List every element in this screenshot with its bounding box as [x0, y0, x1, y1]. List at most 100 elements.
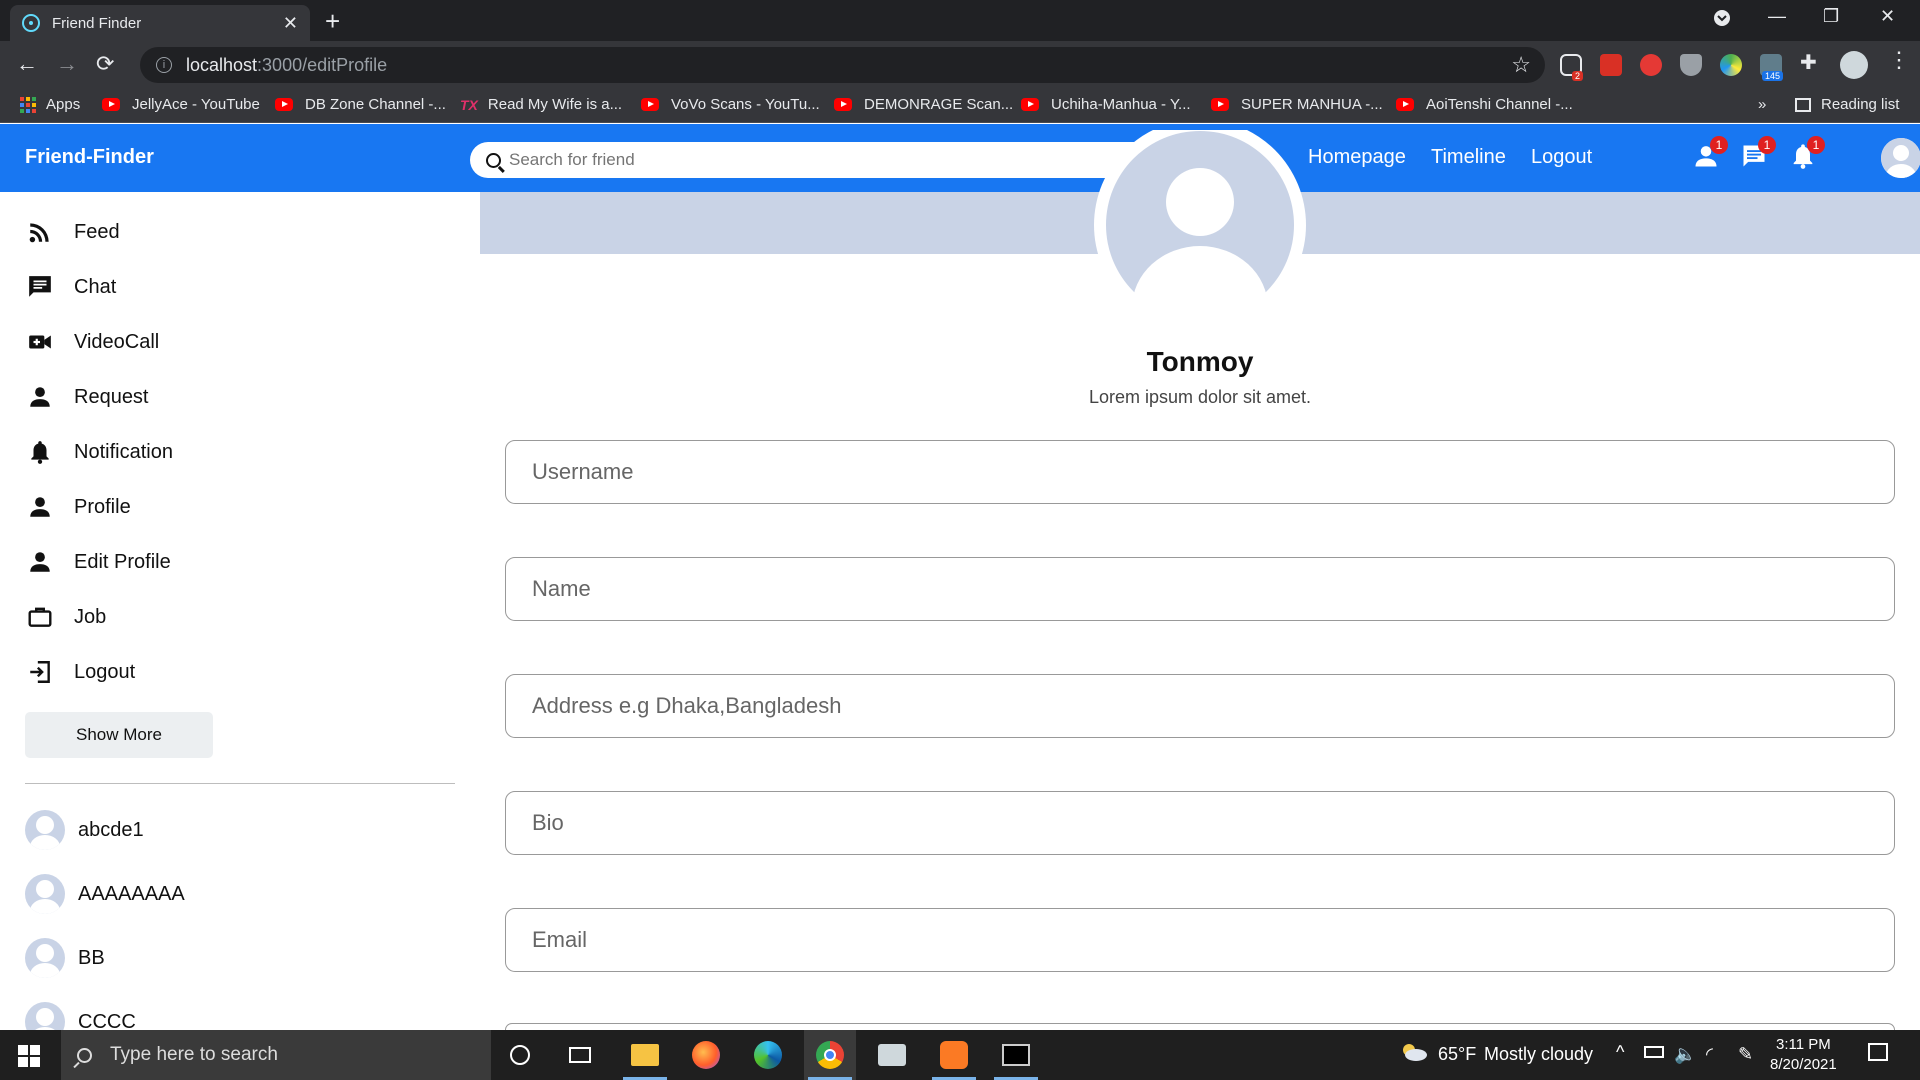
notification-center-icon[interactable]	[1868, 1043, 1888, 1061]
bookmark-label: Read My Wife is a...	[487, 96, 623, 113]
file-explorer-icon[interactable]	[619, 1030, 671, 1080]
reload-icon[interactable]: ⟳	[96, 51, 114, 77]
search-icon	[77, 1047, 92, 1063]
bookmark-star-icon[interactable]: ☆	[1511, 52, 1531, 78]
bookmark-item[interactable]: DEMONRAGE Scan...	[834, 96, 1013, 113]
more-bookmarks[interactable]: »	[1758, 96, 1766, 113]
bookmark-item[interactable]: SUPER MANHUA -...	[1211, 96, 1383, 113]
shield-icon[interactable]	[1680, 54, 1702, 76]
cloud-icon[interactable]	[1400, 1042, 1428, 1067]
pen-icon[interactable]: ✎	[1738, 1044, 1753, 1065]
edge-icon[interactable]	[742, 1030, 794, 1080]
bookmark-label: Apps	[46, 96, 81, 113]
bookmark-item[interactable]: DB Zone Channel -...	[275, 96, 446, 113]
notifications-button[interactable]: 1	[1789, 136, 1825, 172]
chat-icon	[25, 272, 55, 302]
sidebar-item-chat[interactable]: Chat	[25, 272, 116, 302]
tx-icon: TX	[460, 96, 478, 113]
friend-list-item[interactable]: CCCC	[25, 1002, 136, 1030]
sidebar-item-label: Feed	[74, 220, 120, 243]
user-avatar[interactable]	[1881, 138, 1920, 178]
xampp-icon[interactable]	[928, 1030, 980, 1080]
firefox-icon[interactable]	[680, 1030, 732, 1080]
messages-badge: 1	[1758, 136, 1776, 154]
bookmark-item[interactable]: JellyAce - YouTube	[102, 96, 260, 113]
sidebar-item-videocall[interactable]: VideoCall	[25, 327, 159, 357]
restore-icon[interactable]: ❐	[1823, 6, 1839, 27]
sidebar-item-label: Profile	[74, 495, 131, 518]
clock-date: 8/20/2021	[1770, 1056, 1837, 1073]
sidebar-item-label: Request	[74, 385, 149, 408]
sidebar-item-feed[interactable]: Feed	[25, 217, 120, 247]
minimize-icon[interactable]: —	[1768, 6, 1786, 27]
sidebar-item-request[interactable]: Request	[25, 382, 149, 412]
address-bar[interactable]: i localhost:3000/editProfile ☆	[140, 47, 1545, 83]
back-icon[interactable]: ←	[16, 51, 38, 77]
volume-icon[interactable]: 🔈	[1674, 1044, 1696, 1065]
cortana-icon[interactable]	[494, 1030, 546, 1080]
nav-logout[interactable]: Logout	[1531, 146, 1592, 169]
acrobat-icon[interactable]	[1600, 54, 1622, 76]
username-field[interactable]	[505, 440, 1895, 504]
bell-icon	[25, 437, 55, 467]
chevron-up-icon[interactable]: ^	[1616, 1042, 1624, 1063]
friend-name: AAAAAAAA	[78, 882, 185, 905]
email-field[interactable]	[505, 908, 1895, 972]
address-field[interactable]	[505, 674, 1895, 738]
bookmark-apps[interactable]: Apps	[20, 96, 80, 113]
friend-list-item[interactable]: BB	[25, 938, 105, 978]
sidebar-item-job[interactable]: Job	[25, 602, 106, 632]
friend-list-item[interactable]: AAAAAAAA	[25, 874, 185, 914]
new-tab-icon[interactable]: +	[325, 6, 340, 37]
brand-logo[interactable]: Friend-Finder	[25, 146, 154, 169]
colorful-extension-icon[interactable]	[1720, 54, 1742, 76]
wifi-icon[interactable]: ◜	[1706, 1044, 1713, 1065]
messages-button[interactable]: 1	[1740, 136, 1776, 172]
bookmark-item[interactable]: TX Read My Wife is a...	[460, 96, 622, 113]
adblock-icon[interactable]	[1640, 54, 1662, 76]
terminal-icon[interactable]	[990, 1030, 1042, 1080]
close-window-icon[interactable]: ✕	[1880, 6, 1895, 27]
bookmark-item[interactable]: VoVo Scans - YouTu...	[641, 96, 820, 113]
sidebar-item-notification[interactable]: Notification	[25, 437, 173, 467]
site-info-icon[interactable]: i	[156, 57, 172, 73]
profile-name: Tonmoy	[1146, 346, 1254, 377]
tab-search-icon[interactable]	[1712, 8, 1732, 33]
profile-icon[interactable]	[1840, 51, 1868, 79]
avatar	[25, 874, 65, 914]
friend-requests-button[interactable]: 1	[1692, 136, 1728, 172]
system-clock[interactable]: 3:11 PM 8/20/2021	[1770, 1035, 1837, 1075]
menu-dots-icon[interactable]: ⋮	[1888, 47, 1910, 72]
next-field-partial[interactable]	[505, 1023, 1895, 1030]
chrome-icon[interactable]	[804, 1030, 856, 1080]
app-window-icon[interactable]	[866, 1030, 918, 1080]
avatar	[25, 938, 65, 978]
avatar	[25, 1002, 65, 1030]
nav-timeline[interactable]: Timeline	[1431, 146, 1506, 169]
friend-list-item[interactable]: abcde1	[25, 810, 144, 850]
weather-text[interactable]: Mostly cloudy	[1484, 1044, 1593, 1065]
windows-start-icon[interactable]	[18, 1045, 40, 1067]
url-path: :3000/editProfile	[257, 54, 388, 75]
browser-tab[interactable]: Friend Finder ✕	[10, 5, 310, 41]
bookmark-item[interactable]: Uchiha-Manhua - Y...	[1021, 96, 1191, 113]
person-icon	[25, 492, 55, 522]
profile-picture[interactable]	[1048, 130, 1352, 300]
task-view-icon[interactable]	[554, 1030, 606, 1080]
show-more-button[interactable]: Show More	[25, 712, 213, 758]
sidebar-item-logout[interactable]: Logout	[25, 657, 135, 687]
sidebar-item-edit-profile[interactable]: Edit Profile	[25, 547, 171, 577]
reading-list[interactable]: Reading list	[1795, 96, 1899, 113]
bio-field[interactable]	[505, 791, 1895, 855]
battery-icon[interactable]	[1644, 1046, 1664, 1058]
weather-temp[interactable]: 65°F	[1438, 1044, 1476, 1065]
sidebar-item-profile[interactable]: Profile	[25, 492, 131, 522]
sidebar-item-label: Edit Profile	[74, 550, 171, 573]
puzzle-icon[interactable]: ✚	[1800, 50, 1822, 74]
name-field[interactable]	[505, 557, 1895, 621]
forward-icon[interactable]: →	[56, 51, 78, 77]
close-tab-icon[interactable]: ✕	[283, 13, 298, 34]
reading-list-label: Reading list	[1821, 96, 1900, 113]
bookmark-item[interactable]: AoiTenshi Channel -...	[1396, 96, 1573, 113]
taskbar-search[interactable]: Type here to search	[61, 1030, 491, 1080]
